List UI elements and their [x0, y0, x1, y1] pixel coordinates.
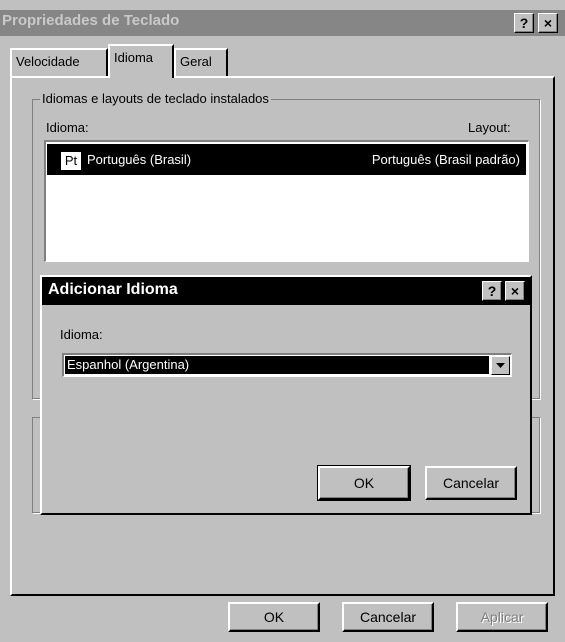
- installed-languages-list[interactable]: Pt Português (Brasil) Português (Brasil …: [44, 140, 529, 262]
- ok-label: OK: [263, 609, 285, 625]
- cancel-label: Cancelar: [442, 475, 500, 491]
- list-item[interactable]: Pt Português (Brasil) Português (Brasil …: [47, 144, 526, 175]
- dialog-close-button[interactable]: ×: [505, 281, 525, 301]
- ok-label: OK: [353, 475, 375, 491]
- add-language-dialog: Adicionar Idioma ? × Idioma: Espanhol (A…: [40, 275, 532, 515]
- dialog-ok-button[interactable]: OK: [317, 465, 411, 501]
- apply-label: Aplicar: [480, 609, 524, 625]
- tab-label: Idioma: [114, 50, 154, 65]
- column-header-layout: Layout:: [468, 120, 511, 135]
- apply-button[interactable]: Aplicar: [456, 602, 548, 632]
- row-language: Português (Brasil): [87, 152, 192, 167]
- language-badge: Pt: [61, 152, 81, 170]
- tab-geral[interactable]: Geral: [174, 48, 228, 76]
- group-legend: Idiomas e layouts de teclado instalados: [40, 91, 271, 106]
- cancel-button[interactable]: Cancelar: [342, 602, 434, 632]
- column-header-language: Idioma:: [46, 120, 89, 135]
- dialog-title: Adicionar Idioma: [48, 281, 178, 298]
- help-icon: ?: [519, 15, 529, 31]
- dialog-help-button[interactable]: ?: [482, 281, 502, 301]
- help-button[interactable]: ?: [514, 13, 534, 33]
- window-title: Propriedades de Teclado: [2, 12, 180, 29]
- language-field-label: Idioma:: [60, 327, 103, 342]
- close-icon: ×: [543, 15, 553, 31]
- ok-button[interactable]: OK: [228, 602, 320, 632]
- chevron-down-icon: [496, 363, 505, 368]
- close-button[interactable]: ×: [538, 13, 558, 33]
- row-layout: Português (Brasil padrão): [371, 152, 520, 167]
- dropdown-button[interactable]: [491, 356, 510, 375]
- dialog-cancel-button[interactable]: Cancelar: [425, 466, 517, 500]
- help-icon: ?: [487, 283, 497, 299]
- tab-label: Geral: [180, 54, 212, 69]
- tab-velocidade[interactable]: Velocidade: [10, 48, 108, 76]
- tab-label: Velocidade: [16, 54, 80, 69]
- close-icon: ×: [510, 283, 520, 299]
- tab-idioma[interactable]: Idioma: [108, 44, 174, 78]
- language-select[interactable]: Espanhol (Argentina): [62, 353, 512, 377]
- keyboard-properties-window: Propriedades de Teclado ? × Velocidade I…: [0, 0, 565, 642]
- language-select-value: Espanhol (Argentina): [65, 356, 489, 374]
- cancel-label: Cancelar: [359, 609, 417, 625]
